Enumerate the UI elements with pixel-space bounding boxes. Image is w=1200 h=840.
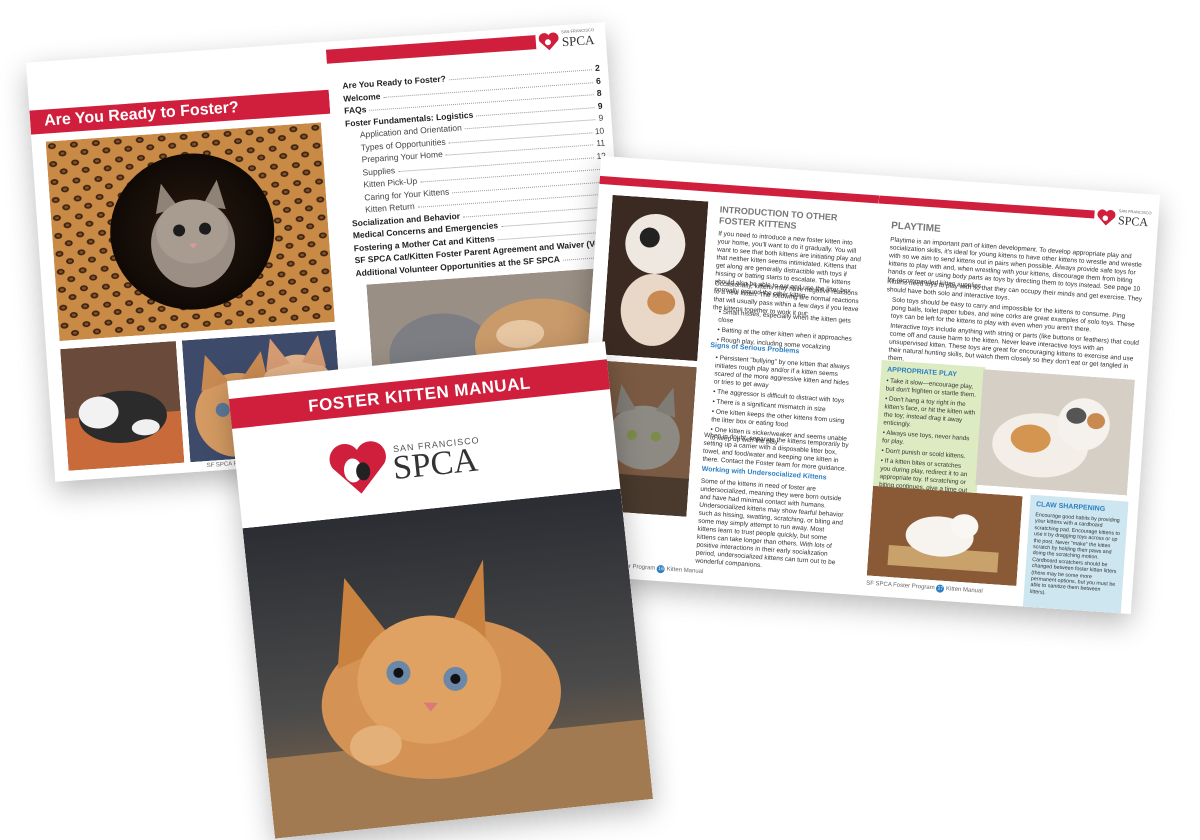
middle-right-band — [878, 195, 1095, 219]
toc-item-page: 10 — [594, 125, 605, 136]
undersocialized-text: Some of the kittens in need of foster ar… — [695, 477, 844, 570]
logo-name: SPCA — [1117, 213, 1149, 230]
footer-right-tail: Kitten Manual — [945, 586, 983, 595]
heart-logo-icon — [538, 32, 559, 51]
footer-right-label: SF SPCA Foster Program — [865, 580, 935, 592]
toc-item-label: Supplies — [362, 164, 396, 178]
footer-right-page: 17 — [936, 584, 945, 593]
toc-item-label: FAQs — [343, 104, 367, 116]
middle-spread: INTRODUCTION TO OTHER FOSTER KITTENS If … — [572, 155, 1160, 615]
cover-logo: SAN FRANCISCO SPCA — [326, 420, 531, 501]
toc-item-page: 11 — [595, 137, 606, 149]
playtime-heading: PLAYTIME — [890, 220, 942, 235]
appropriate-play-list: • Take it slow—encourage play, but don't… — [878, 377, 978, 503]
table-of-contents: Are You Ready to Foster? 2 Welcome 6 FAQs 8 Fo… — [328, 62, 634, 281]
middle-logo: SAN FRANCISCO SPCA — [1095, 205, 1153, 233]
toc-item-label: Kitten Pick-Up — [363, 175, 418, 190]
toc-item-page: 8 — [596, 87, 602, 98]
photo-two-kittens-on-back — [601, 194, 709, 362]
toc-item-page: 9 — [598, 112, 604, 123]
toc-item-page: 6 — [595, 75, 602, 86]
back-logo: SAN FRANCISCO SPCA — [537, 25, 599, 55]
photo-orange-kitten-cover — [242, 488, 654, 839]
cover-logo-name: SPCA — [391, 441, 480, 488]
photo-sleeping-kitten — [60, 340, 185, 471]
claw-sharpening-text: Encourage good habits by providing your … — [1029, 512, 1121, 596]
appropriate-play-item: • Don't hang a toy right in the kitten's… — [883, 395, 976, 429]
cover: FOSTER KITTEN MANUAL SAN FRANCISCO SPCA — [226, 341, 654, 839]
footer-left-tail: Kitten Manual — [666, 566, 704, 576]
toc-item-page: 2 — [594, 62, 601, 74]
claw-sharpening-box: CLAW SHARPENING Encourage good habits by… — [1022, 494, 1129, 614]
photo-calico-kittens — [975, 369, 1136, 496]
appropriate-play-box: APPROPRIATE PLAY • Take it slow—encourag… — [872, 360, 986, 499]
cover-title: FOSTER KITTEN MANUAL — [307, 373, 532, 416]
photo-kitten-in-leopard-bed — [45, 122, 335, 342]
banner-title: Are You Ready to Foster? — [43, 99, 240, 130]
logo-name: SPCA — [561, 32, 595, 50]
photo-white-kitten-scratcher — [866, 485, 1023, 586]
toc-item-page: 9 — [597, 100, 603, 111]
middle-spread-right-page: SAN FRANCISCO SPCA PLAYTIME Playtime is … — [851, 175, 1160, 615]
toc-item-label: Kitten Return — [364, 200, 415, 215]
toc-item-label: Welcome — [342, 90, 381, 104]
heart-logo-icon — [1097, 209, 1116, 226]
scene: { "brand": { "small": "SAN FRANCISCO", "… — [0, 0, 1200, 840]
heart-logo-icon — [329, 441, 386, 494]
footer-left-page: 16 — [656, 564, 666, 574]
